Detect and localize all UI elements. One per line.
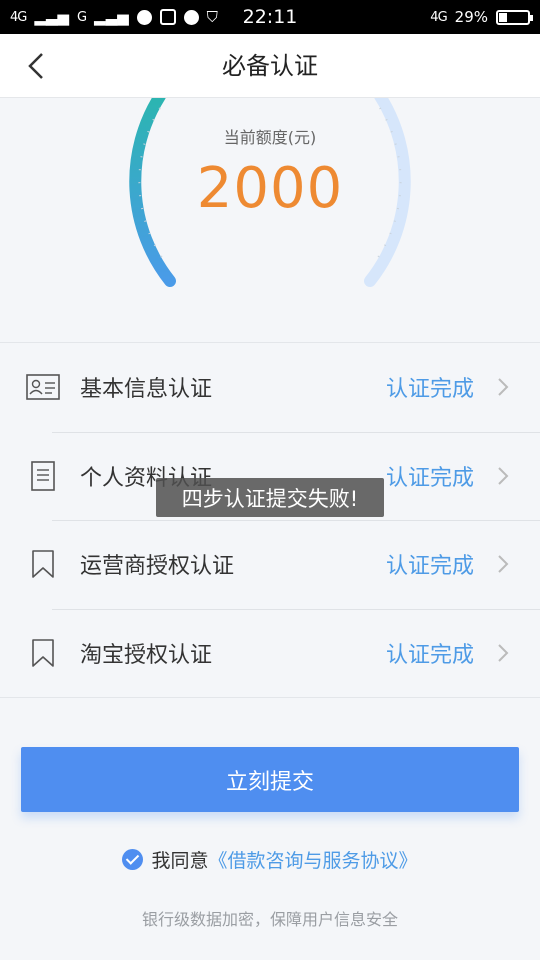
battery-percent: 29% xyxy=(454,8,488,26)
status-left: 4G ▂▃▅ G ▂▃▅ ⛉ xyxy=(10,8,218,26)
cert-status: 认证完成 xyxy=(385,642,474,668)
sim2-signal: G xyxy=(76,9,87,25)
cert-label: 淘宝授权认证 xyxy=(80,642,213,668)
signal-bars-icon-2: ▂▃▅ xyxy=(94,8,129,26)
cert-row-basic-info[interactable]: 基本信息认证 认证完成 xyxy=(0,343,540,432)
cert-status: 认证完成 xyxy=(385,554,474,580)
bookmark-icon xyxy=(26,636,60,670)
status-right: 4G 29% xyxy=(430,8,533,26)
agree-checkbox[interactable] xyxy=(122,848,144,870)
cert-status: 认证完成 xyxy=(385,465,474,491)
page-title: 必备认证 xyxy=(222,52,318,80)
chat-icon xyxy=(183,9,199,25)
credit-label: 当前额度(元) xyxy=(223,128,317,147)
chevron-right-icon xyxy=(498,467,509,485)
security-note: 银行级数据加密，保障用户信息安全 xyxy=(141,910,398,929)
error-toast: 四步认证提交失败! xyxy=(156,478,384,517)
s-app-icon xyxy=(159,9,176,25)
cert-label: 运营商授权认证 xyxy=(80,554,235,580)
cert-row-carrier-auth[interactable]: 运营商授权认证 认证完成 xyxy=(0,520,540,609)
shield-icon: ⛉ xyxy=(206,8,218,26)
chevron-right-icon xyxy=(498,555,509,573)
chevron-right-icon xyxy=(498,378,509,396)
battery-icon xyxy=(496,9,533,25)
chevron-right-icon xyxy=(498,644,509,662)
bookmark-icon xyxy=(26,547,60,581)
agree-text: 我同意 xyxy=(151,849,209,872)
battery-fill xyxy=(499,12,508,22)
cert-row-taobao-auth[interactable]: 淘宝授权认证 认证完成 xyxy=(0,608,540,698)
id-card-icon xyxy=(26,370,60,404)
credit-amount: 2000 xyxy=(196,156,344,221)
signal-bars-icon: ▂▃▅ xyxy=(34,8,69,26)
nav-header: 必备认证 xyxy=(0,34,540,98)
certification-list: 基本信息认证 认证完成 个人资料认证 认证完成 运营商授权认证 认证完成 淘宝授… xyxy=(0,342,540,698)
agreement-link[interactable]: 《借款咨询与服务协议》 xyxy=(209,846,418,873)
document-icon xyxy=(26,459,60,493)
status-bar: 4G ▂▃▅ G ▂▃▅ ⛉ 22:11 4G 29% xyxy=(0,0,540,34)
credit-gauge: 当前额度(元) 2000 xyxy=(0,98,540,342)
agreement-row: 我同意 《借款咨询与服务协议》 xyxy=(0,844,540,874)
sim1-signal: 4G xyxy=(10,9,27,25)
cert-label: 基本信息认证 xyxy=(80,377,213,403)
network-type: 4G xyxy=(430,9,447,25)
app-notification-icon xyxy=(136,9,152,25)
submit-button[interactable]: 立刻提交 xyxy=(21,747,519,812)
cert-status: 认证完成 xyxy=(385,377,474,403)
